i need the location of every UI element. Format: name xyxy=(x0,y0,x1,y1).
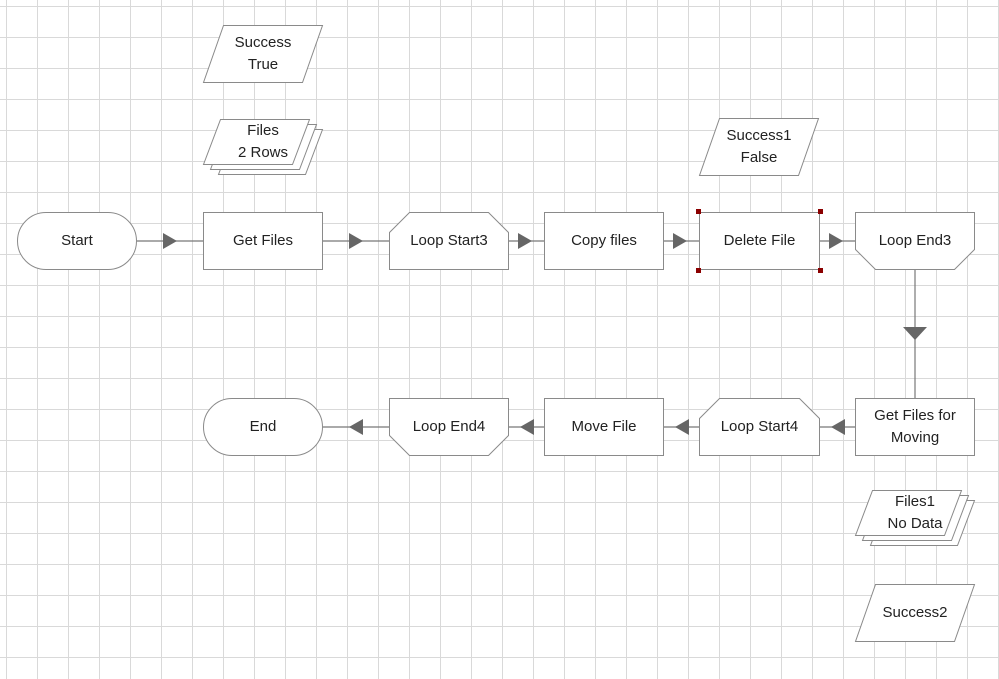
data-files1[interactable]: Files1 No Data xyxy=(854,490,976,548)
arrow-deletefile-loopend3 xyxy=(829,233,843,249)
arrow-getfiles-loopstart3 xyxy=(349,233,363,249)
data-success1[interactable]: Success1 False xyxy=(698,118,820,176)
selection-handle-bottom-left[interactable] xyxy=(696,268,701,273)
arrow-getfilesmoving-loopstart4 xyxy=(831,419,845,435)
node-end[interactable]: End xyxy=(203,398,323,456)
arrow-start-getfiles xyxy=(163,233,177,249)
arrow-movefile-loopend4 xyxy=(520,419,534,435)
arrow-copyfiles-deletefile xyxy=(673,233,687,249)
arrow-loopend3-getfilesmoving xyxy=(903,327,927,340)
node-get-files-for-moving[interactable]: Get Files for Moving xyxy=(855,398,975,456)
flowchart-canvas[interactable]: Start Get Files Loop Start3 Copy files D… xyxy=(0,0,999,679)
node-loop-end4[interactable]: Loop End4 xyxy=(389,398,509,456)
node-copy-files[interactable]: Copy files xyxy=(544,212,664,270)
selection-handle-bottom-right[interactable] xyxy=(818,268,823,273)
arrow-loopstart4-movefile xyxy=(675,419,689,435)
node-loop-start3[interactable]: Loop Start3 xyxy=(389,212,509,270)
arrow-loopend4-end xyxy=(349,419,363,435)
arrow-loopstart3-copyfiles xyxy=(518,233,532,249)
node-loop-end3[interactable]: Loop End3 xyxy=(855,212,975,270)
node-loop-start4[interactable]: Loop Start4 xyxy=(699,398,820,456)
node-move-file[interactable]: Move File xyxy=(544,398,664,456)
node-delete-file[interactable]: Delete File xyxy=(696,209,823,273)
node-get-files[interactable]: Get Files xyxy=(203,212,323,270)
data-success2[interactable]: Success2 xyxy=(854,584,976,642)
selection-handle-top-left[interactable] xyxy=(696,209,701,214)
node-start[interactable]: Start xyxy=(17,212,137,270)
selection-handle-top-right[interactable] xyxy=(818,209,823,214)
connectors-layer xyxy=(137,233,927,435)
data-files[interactable]: Files 2 Rows xyxy=(202,119,324,177)
data-success[interactable]: Success True xyxy=(202,25,324,83)
